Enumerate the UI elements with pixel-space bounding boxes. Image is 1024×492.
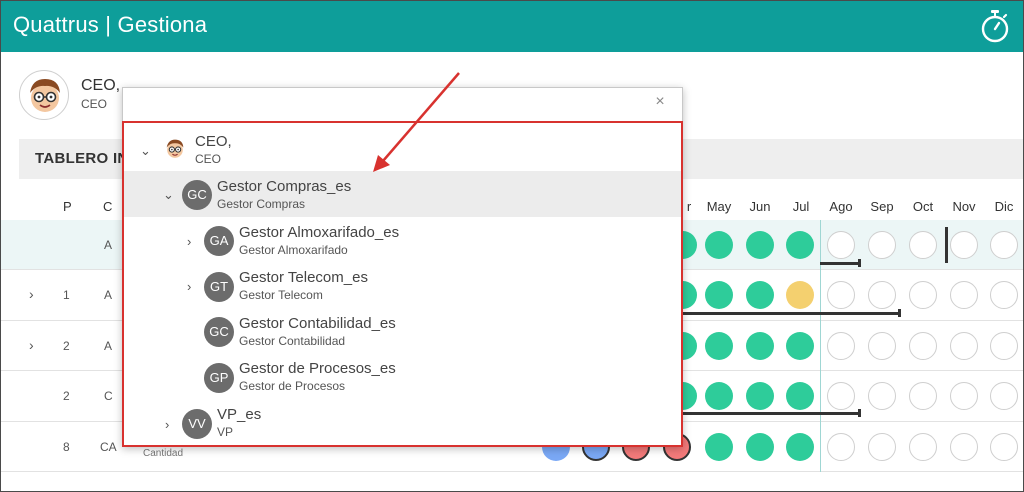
row-p-value: 2 [63, 339, 70, 353]
app-brand[interactable]: Quattrus | Gestiona [13, 12, 207, 38]
status-dot-empty[interactable] [868, 382, 896, 410]
period-bracket [683, 412, 860, 415]
board-title: TABLERO IN [35, 150, 129, 167]
expand-chevron-icon[interactable]: › [29, 286, 34, 302]
month-header: Sep [870, 199, 894, 214]
month-header: May [706, 199, 732, 214]
column-header-c: C [103, 199, 113, 214]
period-marker [945, 227, 948, 263]
status-dot-empty[interactable] [990, 231, 1018, 259]
status-dot-green[interactable] [746, 433, 774, 461]
close-icon[interactable]: × [653, 93, 667, 111]
status-dot-green[interactable] [746, 281, 774, 309]
row-sub-label: Cantidad [143, 448, 184, 459]
status-dot-green[interactable] [705, 332, 733, 360]
status-dot-green[interactable] [786, 433, 814, 461]
status-dot-empty[interactable] [990, 332, 1018, 360]
month-header: Jul [792, 199, 810, 214]
month-header: Ago [829, 199, 853, 214]
row-c-value: A [104, 339, 113, 353]
status-dot-green[interactable] [746, 332, 774, 360]
row-p-value: 8 [63, 440, 70, 454]
app-window: Quattrus | Gestiona CEO, CEO TABLERO IN … [0, 0, 1024, 492]
current-month-divider [820, 220, 821, 472]
status-dot-empty[interactable] [950, 281, 978, 309]
status-dot-empty[interactable] [909, 231, 937, 259]
status-dot-green[interactable] [705, 231, 733, 259]
status-dot-empty[interactable] [990, 281, 1018, 309]
user-role: CEO [81, 97, 108, 111]
status-dot-empty[interactable] [827, 382, 855, 410]
period-bracket-end [858, 259, 861, 267]
status-dot-empty[interactable] [909, 332, 937, 360]
avatar-face-icon [30, 79, 60, 112]
status-dot-green[interactable] [786, 231, 814, 259]
month-header: Jun [749, 199, 771, 214]
annotation-arrow-icon [373, 72, 460, 172]
user-avatar[interactable] [19, 70, 69, 120]
status-dot-empty[interactable] [950, 433, 978, 461]
status-dot-empty[interactable] [827, 332, 855, 360]
status-dot-green[interactable] [786, 332, 814, 360]
month-header: Nov [952, 199, 976, 214]
status-dot-green[interactable] [746, 382, 774, 410]
status-dot-empty[interactable] [990, 382, 1018, 410]
status-dot-yellow[interactable] [786, 281, 814, 309]
status-dot-empty[interactable] [990, 433, 1018, 461]
status-dot-empty[interactable] [950, 382, 978, 410]
status-dot-empty[interactable] [909, 281, 937, 309]
period-bracket [820, 262, 860, 265]
status-dot-empty[interactable] [827, 433, 855, 461]
status-dot-empty[interactable] [827, 281, 855, 309]
row-c-value: A [104, 288, 113, 302]
status-dot-empty[interactable] [909, 382, 937, 410]
status-dot-green[interactable] [705, 433, 733, 461]
status-dot-empty[interactable] [868, 332, 896, 360]
status-dot-green[interactable] [786, 382, 814, 410]
row-p-value: 1 [63, 288, 70, 302]
expand-chevron-icon[interactable]: › [29, 337, 34, 353]
status-dot-empty[interactable] [950, 231, 978, 259]
period-bracket [683, 312, 901, 315]
period-bracket-end [898, 309, 901, 317]
row-c-value: C [104, 389, 113, 403]
period-bracket-end [858, 409, 861, 417]
status-dot-empty[interactable] [909, 433, 937, 461]
row-c-value: A [104, 238, 113, 252]
status-dot-green[interactable] [705, 281, 733, 309]
status-dot-green[interactable] [705, 382, 733, 410]
status-dot-green[interactable] [746, 231, 774, 259]
top-bar: Quattrus | Gestiona [1, 1, 1023, 52]
month-header: Oct [912, 199, 934, 214]
column-header-p: P [63, 199, 72, 214]
status-dot-empty[interactable] [868, 231, 896, 259]
user-name: CEO, [81, 77, 121, 94]
status-dot-empty[interactable] [950, 332, 978, 360]
month-header: Dic [994, 199, 1014, 214]
status-dot-empty[interactable] [868, 433, 896, 461]
row-c-value: CA [100, 440, 117, 454]
status-dot-empty[interactable] [868, 281, 896, 309]
row-p-value: 2 [63, 389, 70, 403]
stopwatch-icon[interactable] [979, 9, 1011, 43]
status-dot-empty[interactable] [827, 231, 855, 259]
